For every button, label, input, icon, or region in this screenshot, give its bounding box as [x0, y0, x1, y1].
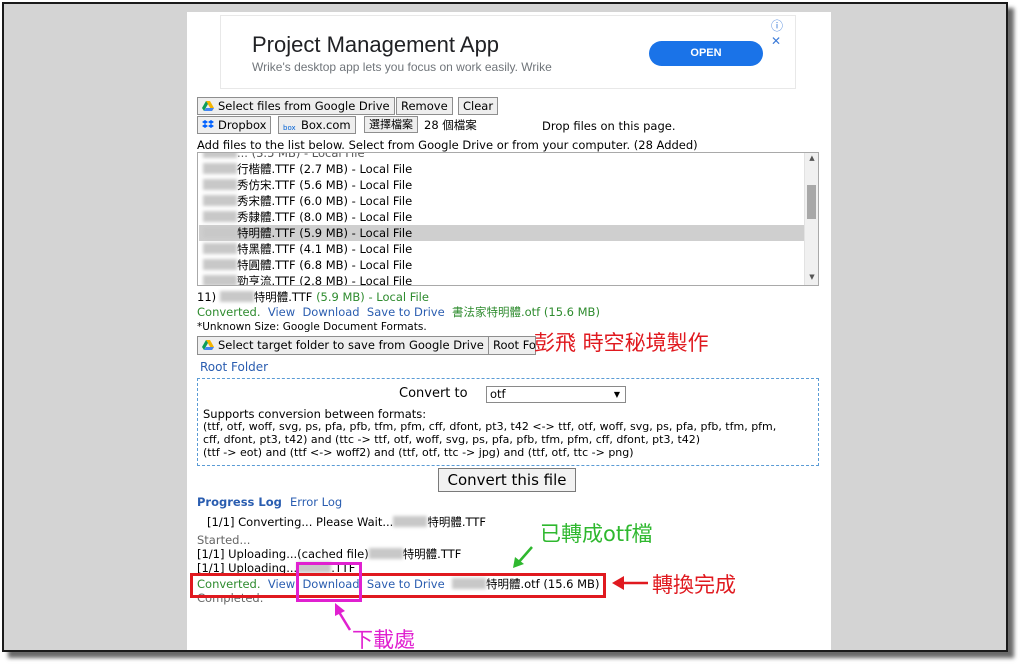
format-select[interactable]: otf ▼: [486, 386, 626, 403]
blurred-text: [203, 259, 237, 270]
convert-to-label: Convert to: [399, 386, 468, 401]
ad-subtitle: Wrike's desktop app lets you focus on wo…: [252, 60, 552, 74]
root-folder-link[interactable]: Root Folder: [200, 360, 268, 374]
blurred-text: [203, 163, 237, 174]
target-folder-button[interactable]: Select target folder to save from Google…: [197, 336, 489, 355]
web-page: Project Management App Wrike's desktop a…: [187, 12, 831, 650]
google-drive-select-button[interactable]: Select files from Google Drive: [197, 97, 395, 115]
box-label: Box.com: [301, 118, 351, 132]
google-drive-icon: [202, 101, 214, 111]
list-item[interactable]: 特黑體.TTF (4.1 MB) - Local File: [199, 241, 804, 257]
ad-open-button[interactable]: OPEN: [649, 41, 763, 66]
green-arrow-icon: [513, 546, 533, 568]
list-item[interactable]: 行楷體.TTF (2.7 MB) - Local File: [199, 161, 804, 177]
tab-error-log[interactable]: Error Log: [290, 495, 342, 509]
instructions: Add files to the list below. Select from…: [197, 138, 698, 152]
save-to-drive-link[interactable]: Save to Drive: [367, 305, 445, 319]
blurred-text: [203, 211, 237, 222]
ad-info-close-icon[interactable]: ⓘ ✕: [771, 17, 795, 48]
convert-options-box: Convert to otf ▼ Supports conversion betw…: [197, 378, 819, 466]
blurred-text: [368, 548, 403, 559]
scroll-up-icon[interactable]: ▲: [805, 154, 818, 162]
log-converting: [1/1] Converting... Please Wait... 特明體.TT…: [207, 515, 486, 529]
blurred-text: [203, 243, 237, 254]
dropbox-button[interactable]: Dropbox: [197, 116, 272, 134]
red-arrow-icon: [612, 576, 648, 590]
blurred-text: [203, 275, 237, 285]
output-file-name: 書法家特明體.otf (15.6 MB): [451, 305, 600, 319]
formats-line: (ttf, otf, woff, svg, ps, pfa, pfb, tfm,…: [203, 420, 777, 433]
google-drive-select-label: Select files from Google Drive: [218, 99, 390, 113]
formats-line: cff, dfont, pt3, t42) and (ttc -> ttf, o…: [203, 433, 701, 446]
ad-banner[interactable]: Project Management App Wrike's desktop a…: [220, 15, 796, 89]
drop-hint: Drop files on this page.: [542, 119, 676, 133]
credit-annotation: 彭飛 時空秘境製作: [534, 331, 709, 355]
list-item[interactable]: 秀宋體.TTF (6.0 MB) - Local File: [199, 193, 804, 209]
convert-button[interactable]: Convert this file: [438, 468, 576, 492]
file-count: 28 個檔案: [424, 118, 477, 132]
list-item[interactable]: 勁亨流.TTF (2.8 MB) - Local File: [199, 273, 804, 285]
converted-status: Converted.: [197, 305, 261, 319]
dropdown-arrow-icon: ▼: [613, 390, 620, 399]
box-icon: box: [283, 124, 296, 132]
blurred-text: [219, 291, 254, 302]
download-link[interactable]: Download: [302, 305, 359, 319]
list-scrollbar[interactable]: ▲ ▼: [804, 153, 818, 285]
list-item[interactable]: 特圓體.TTF (6.8 MB) - Local File: [199, 257, 804, 273]
scrollbar-thumb[interactable]: [807, 185, 816, 219]
download-highlight-box: [296, 562, 362, 602]
supports-title: Supports conversion between formats:: [203, 407, 427, 421]
formats-line: (ttf -> eot) and (ttf <-> woff2) and (tt…: [203, 446, 634, 459]
blurred-text: [203, 179, 237, 190]
format-select-value: otf: [490, 387, 506, 401]
list-item[interactable]: ... (3.5 MB) - Local File: [199, 153, 804, 161]
log-uploading: [1/1] Uploading...(cached file) 特明體.TTF: [197, 547, 462, 561]
target-folder-label: Select target folder to save from Google…: [218, 338, 484, 352]
ad-title[interactable]: Project Management App: [252, 32, 499, 58]
google-drive-icon: [202, 340, 214, 350]
list-item[interactable]: 秀隸體.TTF (8.0 MB) - Local File: [199, 209, 804, 225]
root-folder-button[interactable]: Root Fo: [488, 336, 536, 355]
magenta-arrow-icon: [335, 603, 352, 631]
dropbox-label: Dropbox: [218, 118, 267, 132]
done-annotation: 轉換完成: [652, 573, 736, 597]
selected-file-info: 11) 特明體.TTF (5.9 MB) - Local File: [197, 290, 429, 304]
unknown-size-note: *Unknown Size: Google Document Formats.: [197, 321, 427, 333]
blurred-text: [203, 227, 237, 238]
dropbox-icon: [202, 120, 214, 128]
view-link[interactable]: View: [268, 305, 295, 319]
list-item[interactable]: 秀仿宋.TTF (5.6 MB) - Local File: [199, 177, 804, 193]
blurred-text: [393, 516, 428, 527]
remove-button[interactable]: Remove: [396, 97, 453, 115]
choose-file-button[interactable]: 選擇檔案: [364, 116, 418, 133]
box-button[interactable]: box Box.com: [278, 116, 356, 134]
list-item-selected[interactable]: 特明體.TTF (5.9 MB) - Local File: [199, 225, 804, 241]
converted-annotation: 已轉成otf檔: [540, 522, 653, 546]
clear-button[interactable]: Clear: [458, 97, 499, 115]
result-row: Converted. View Download Save to Drive 書…: [197, 304, 600, 320]
scroll-down-icon[interactable]: ▼: [805, 273, 818, 281]
result-highlight-box: [190, 573, 606, 598]
screenshot-frame: Project Management App Wrike's desktop a…: [2, 2, 1008, 652]
file-list[interactable]: ... (3.5 MB) - Local File 行楷體.TTF (2.7 M…: [197, 152, 819, 286]
log-started: Started...: [197, 533, 251, 547]
download-annotation: 下載處: [352, 628, 415, 652]
tab-progress-log[interactable]: Progress Log: [197, 495, 282, 509]
blurred-text: [203, 195, 237, 206]
